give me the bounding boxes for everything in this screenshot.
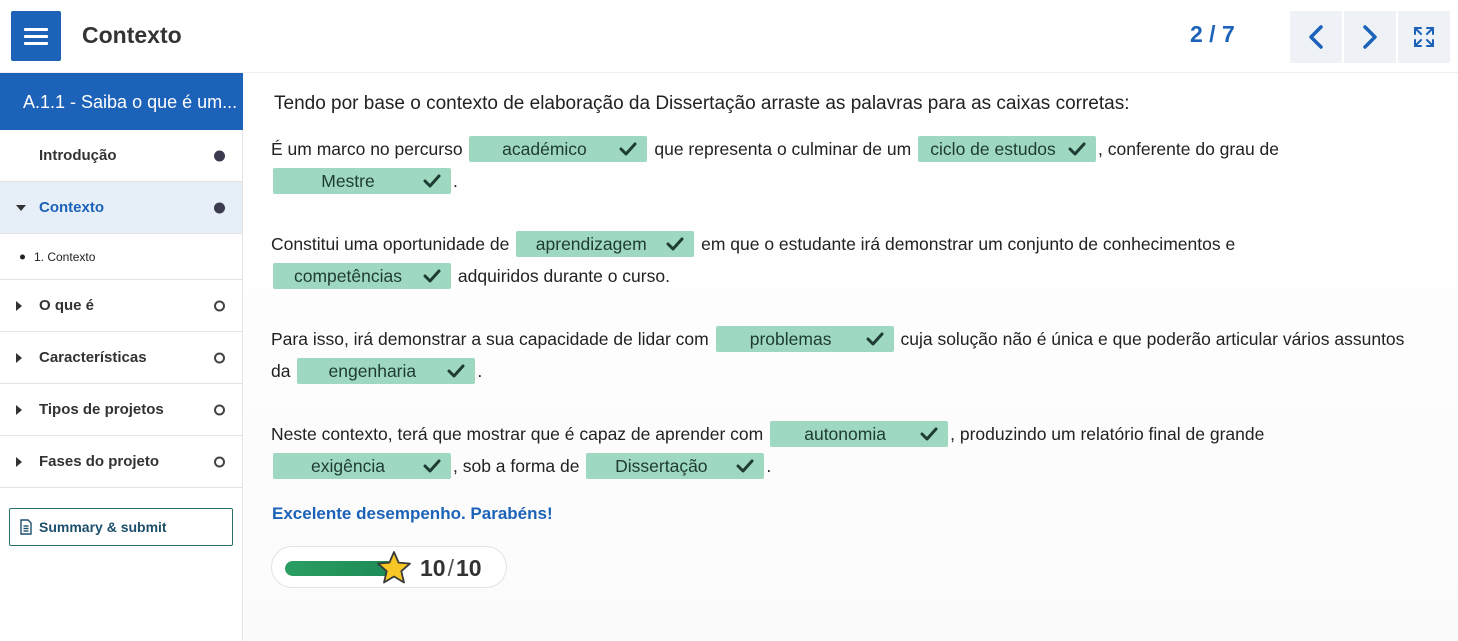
sidebar-item-label: Contexto — [39, 199, 104, 216]
incomplete-status-icon — [214, 352, 225, 363]
summary-submit-label: Summary & submit — [39, 519, 167, 535]
score-indicator: 10/10 — [271, 546, 507, 588]
drop-zone[interactable]: ciclo de estudos — [918, 136, 1097, 163]
sidebar-item-label: Fases do projeto — [39, 453, 160, 470]
sidebar-item-o-que-e[interactable]: O que é — [0, 280, 242, 332]
sidebar-item-caracteristicas[interactable]: Características — [0, 332, 242, 384]
answer-word: ciclo de estudos — [930, 139, 1056, 160]
drop-zone[interactable]: problemas — [715, 326, 894, 353]
sentence-paragraph-2: Constitui uma oportunidade de aprendizag… — [271, 228, 1421, 292]
caret-right-icon — [16, 300, 22, 311]
answer-word: aprendizagem — [535, 234, 647, 255]
chevron-left-icon — [1309, 25, 1323, 49]
sentence-paragraph-1: É um marco no percurso académico que rep… — [271, 133, 1421, 197]
drop-zone[interactable]: aprendizagem — [516, 231, 695, 258]
sidebar-item-tipos-de-projetos[interactable]: Tipos de projetos — [0, 384, 242, 436]
sidebar-item-label: Tipos de projetos — [39, 401, 164, 418]
score-max: 10 — [455, 555, 482, 581]
check-icon — [736, 459, 754, 473]
drop-zone[interactable]: autonomia — [770, 421, 949, 448]
check-icon — [666, 237, 684, 251]
previous-button[interactable] — [1290, 11, 1342, 63]
main-content: Tendo por base o contexto de elaboração … — [244, 73, 1458, 641]
hamburger-icon — [24, 27, 48, 31]
check-icon — [423, 174, 441, 188]
answer-word: engenharia — [328, 361, 417, 382]
document-icon — [20, 519, 32, 535]
chevron-right-icon — [1363, 25, 1377, 49]
answer-word: académico — [502, 139, 587, 160]
score-value: 10 — [420, 555, 446, 581]
incomplete-status-icon — [214, 404, 225, 415]
check-icon — [1068, 142, 1086, 156]
incomplete-status-icon — [214, 300, 225, 311]
sidebar: A.1.1 - Saiba o que é um... Introdução C… — [0, 73, 243, 641]
sidebar-item-contexto[interactable]: Contexto — [0, 182, 242, 234]
fullscreen-button[interactable] — [1398, 11, 1450, 63]
feedback-message: Excelente desempenho. Parabéns! — [272, 504, 553, 523]
sidebar-subitem-label: 1. Contexto — [34, 249, 96, 264]
summary-submit-button[interactable]: Summary & submit — [9, 508, 233, 546]
check-icon — [423, 269, 441, 283]
answer-word: exigência — [311, 456, 385, 477]
drop-zone[interactable]: competências — [273, 263, 451, 290]
check-icon — [447, 364, 465, 378]
menu-button[interactable] — [11, 11, 61, 61]
answer-word: competências — [294, 266, 402, 287]
caret-right-icon — [16, 352, 22, 363]
caret-right-icon — [16, 456, 22, 467]
drop-zone[interactable]: exigência — [273, 453, 451, 480]
expand-icon — [1414, 27, 1434, 47]
check-icon — [866, 332, 884, 346]
bullet-icon — [20, 254, 25, 259]
sidebar-item-introducao[interactable]: Introdução — [0, 130, 242, 182]
page-counter: 2 / 7 — [1190, 21, 1235, 47]
sidebar-subitem-contexto[interactable]: 1. Contexto — [0, 234, 242, 280]
answer-word: Dissertação — [615, 456, 708, 477]
answer-word: autonomia — [804, 424, 886, 445]
sidebar-item-label: Introdução — [39, 147, 117, 164]
drop-zone[interactable]: Dissertação — [586, 453, 765, 480]
score-text: 10/10 — [420, 555, 482, 581]
drop-zone[interactable]: engenharia — [297, 358, 476, 385]
complete-status-icon — [214, 150, 225, 161]
page-title: Contexto — [82, 22, 182, 48]
check-icon — [423, 459, 441, 473]
caret-down-icon — [16, 204, 26, 211]
question-prompt: Tendo por base o contexto de elaboração … — [274, 93, 1130, 114]
sentence-paragraph-3: Para isso, irá demonstrar a sua capacida… — [271, 323, 1421, 387]
caret-right-icon — [16, 404, 22, 415]
check-icon — [619, 142, 637, 156]
next-button[interactable] — [1344, 11, 1396, 63]
drop-zone[interactable]: académico — [469, 136, 648, 163]
sidebar-module-title[interactable]: A.1.1 - Saiba o que é um... — [0, 73, 243, 130]
incomplete-status-icon — [214, 456, 225, 467]
complete-status-icon — [214, 202, 225, 213]
sidebar-item-label: O que é — [39, 297, 95, 314]
sentence-paragraph-4: Neste contexto, terá que mostrar que é c… — [271, 418, 1421, 482]
header: Contexto 2 / 7 — [0, 0, 1458, 73]
answer-word: problemas — [749, 329, 832, 350]
sidebar-item-label: Características — [39, 349, 147, 366]
star-icon — [377, 551, 411, 584]
check-icon — [920, 427, 938, 441]
answer-word: Mestre — [321, 171, 375, 192]
drop-zone[interactable]: Mestre — [273, 168, 451, 195]
sidebar-item-fases-do-projeto[interactable]: Fases do projeto — [0, 436, 242, 488]
